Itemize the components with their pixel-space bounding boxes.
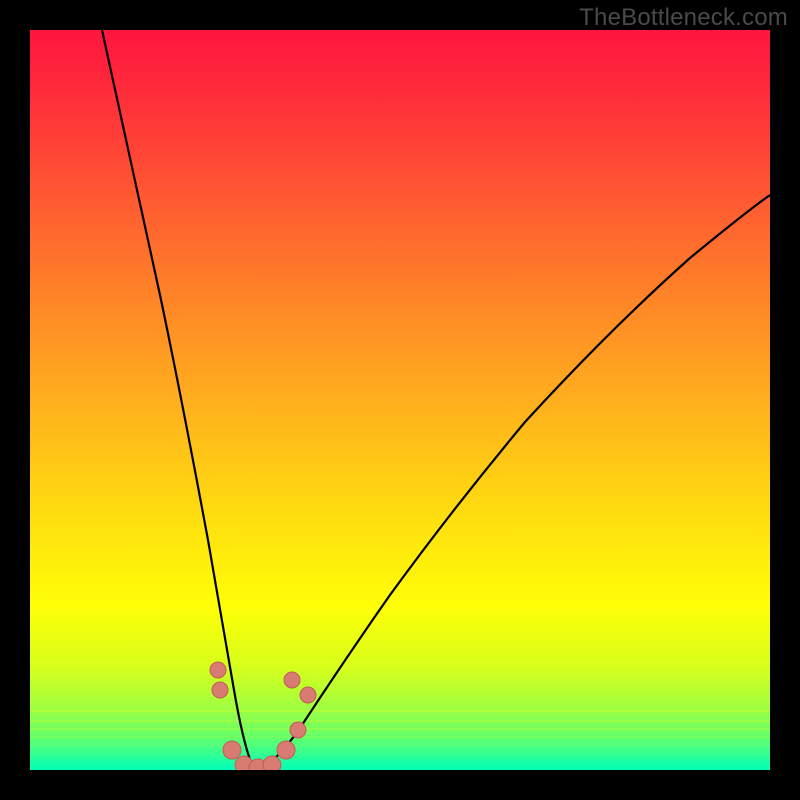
data-dot — [263, 756, 281, 770]
curve-right-branch — [258, 195, 770, 770]
data-dot — [300, 687, 316, 703]
data-dot — [212, 682, 228, 698]
watermark-text: TheBottleneck.com — [579, 4, 788, 32]
bottleneck-curve-svg — [30, 30, 770, 770]
plot-area — [30, 30, 770, 770]
data-dot — [290, 722, 306, 738]
curve-left-branch — [102, 30, 258, 770]
data-dot — [223, 741, 241, 759]
data-dot — [210, 662, 226, 678]
data-dot — [277, 741, 295, 759]
data-dot — [284, 672, 300, 688]
chart-frame: TheBottleneck.com — [0, 0, 800, 800]
